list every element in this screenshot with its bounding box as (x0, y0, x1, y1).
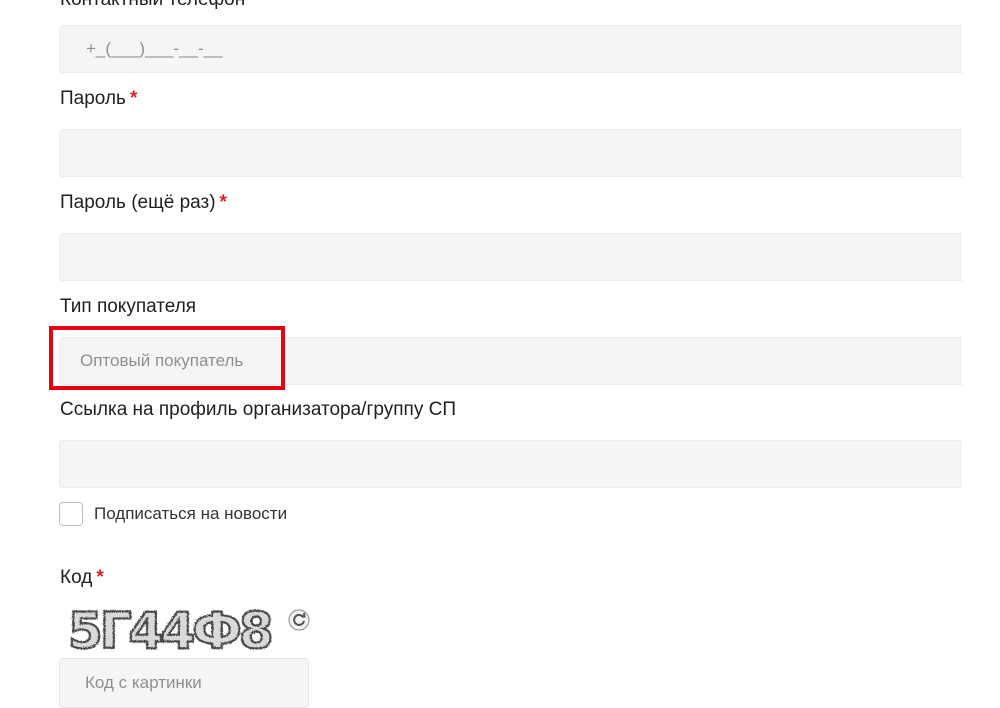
subscribe-label[interactable]: Подписаться на новости (94, 503, 287, 525)
organizer-link-label: Ссылка на профиль организатора/группу СП (60, 398, 456, 422)
captcha-label-text: Код (60, 567, 93, 588)
password-repeat-label: Пароль (ещё раз) * (60, 191, 227, 215)
password-repeat-label-text: Пароль (ещё раз) (60, 192, 216, 213)
phone-label-text: Контактный телефон (60, 0, 245, 10)
organizer-link-label-text: Ссылка на профиль организатора/группу СП (60, 399, 456, 420)
buyer-type-label-text: Тип покупателя (60, 296, 197, 317)
subscribe-checkbox[interactable] (59, 502, 83, 526)
password-required-mark: * (129, 88, 138, 109)
captcha-image: 5Г44Ф8 (68, 601, 275, 658)
phone-label: Контактный телефон (60, 0, 245, 12)
password-label-text: Пароль (60, 88, 126, 109)
buyer-type-label: Тип покупателя (60, 295, 196, 319)
password-repeat-input[interactable] (59, 233, 962, 281)
password-input[interactable] (59, 129, 962, 177)
phone-input[interactable]: +_(___)___-__-__ (59, 25, 962, 73)
password-label: Пароль * (60, 87, 137, 111)
captcha-required-mark: * (96, 567, 104, 588)
captcha-input[interactable]: Код с картинки (59, 658, 309, 708)
organizer-link-input[interactable] (59, 440, 962, 488)
refresh-icon[interactable] (288, 609, 310, 631)
phone-placeholder: +_(___)___-__-__ (86, 39, 223, 58)
captcha-label: Код * (60, 566, 104, 590)
password-repeat-required-mark: * (219, 192, 227, 213)
captcha-text: 5Г44Ф8 (68, 602, 271, 658)
highlight-box (49, 326, 285, 390)
